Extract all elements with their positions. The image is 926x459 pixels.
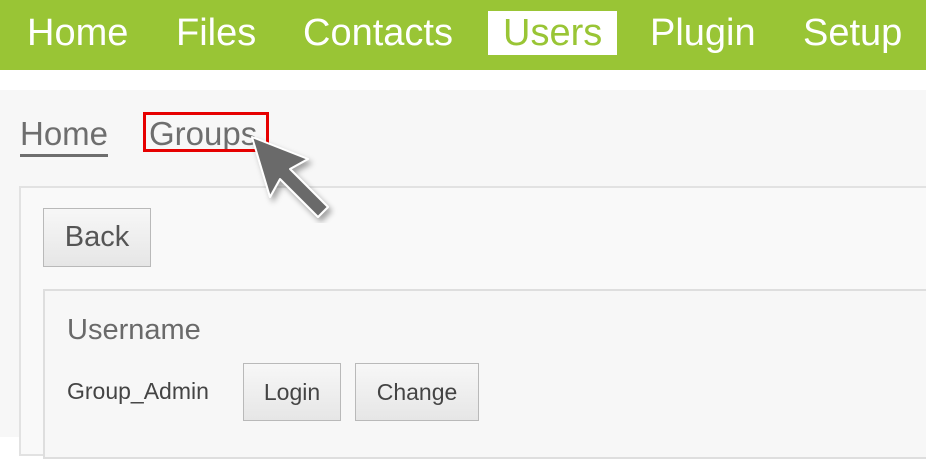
change-button[interactable]: Change bbox=[355, 363, 479, 421]
login-button[interactable]: Login bbox=[243, 363, 341, 421]
top-nav-bar: Home Files Contacts Users Plugin Setup bbox=[0, 0, 926, 70]
groups-highlight-box bbox=[143, 112, 269, 152]
back-button[interactable]: Back bbox=[43, 208, 151, 267]
tab-home[interactable]: Home bbox=[20, 116, 109, 157]
nav-item-home[interactable]: Home bbox=[27, 9, 128, 57]
nav-item-contacts[interactable]: Contacts bbox=[303, 9, 453, 57]
username-value: Group_Admin bbox=[67, 378, 209, 404]
nav-item-files[interactable]: Files bbox=[176, 9, 256, 57]
nav-item-users[interactable]: Users bbox=[488, 11, 618, 55]
section-title: Username bbox=[67, 314, 201, 346]
nav-item-plugin[interactable]: Plugin bbox=[650, 9, 756, 57]
nav-item-setup[interactable]: Setup bbox=[803, 9, 902, 57]
